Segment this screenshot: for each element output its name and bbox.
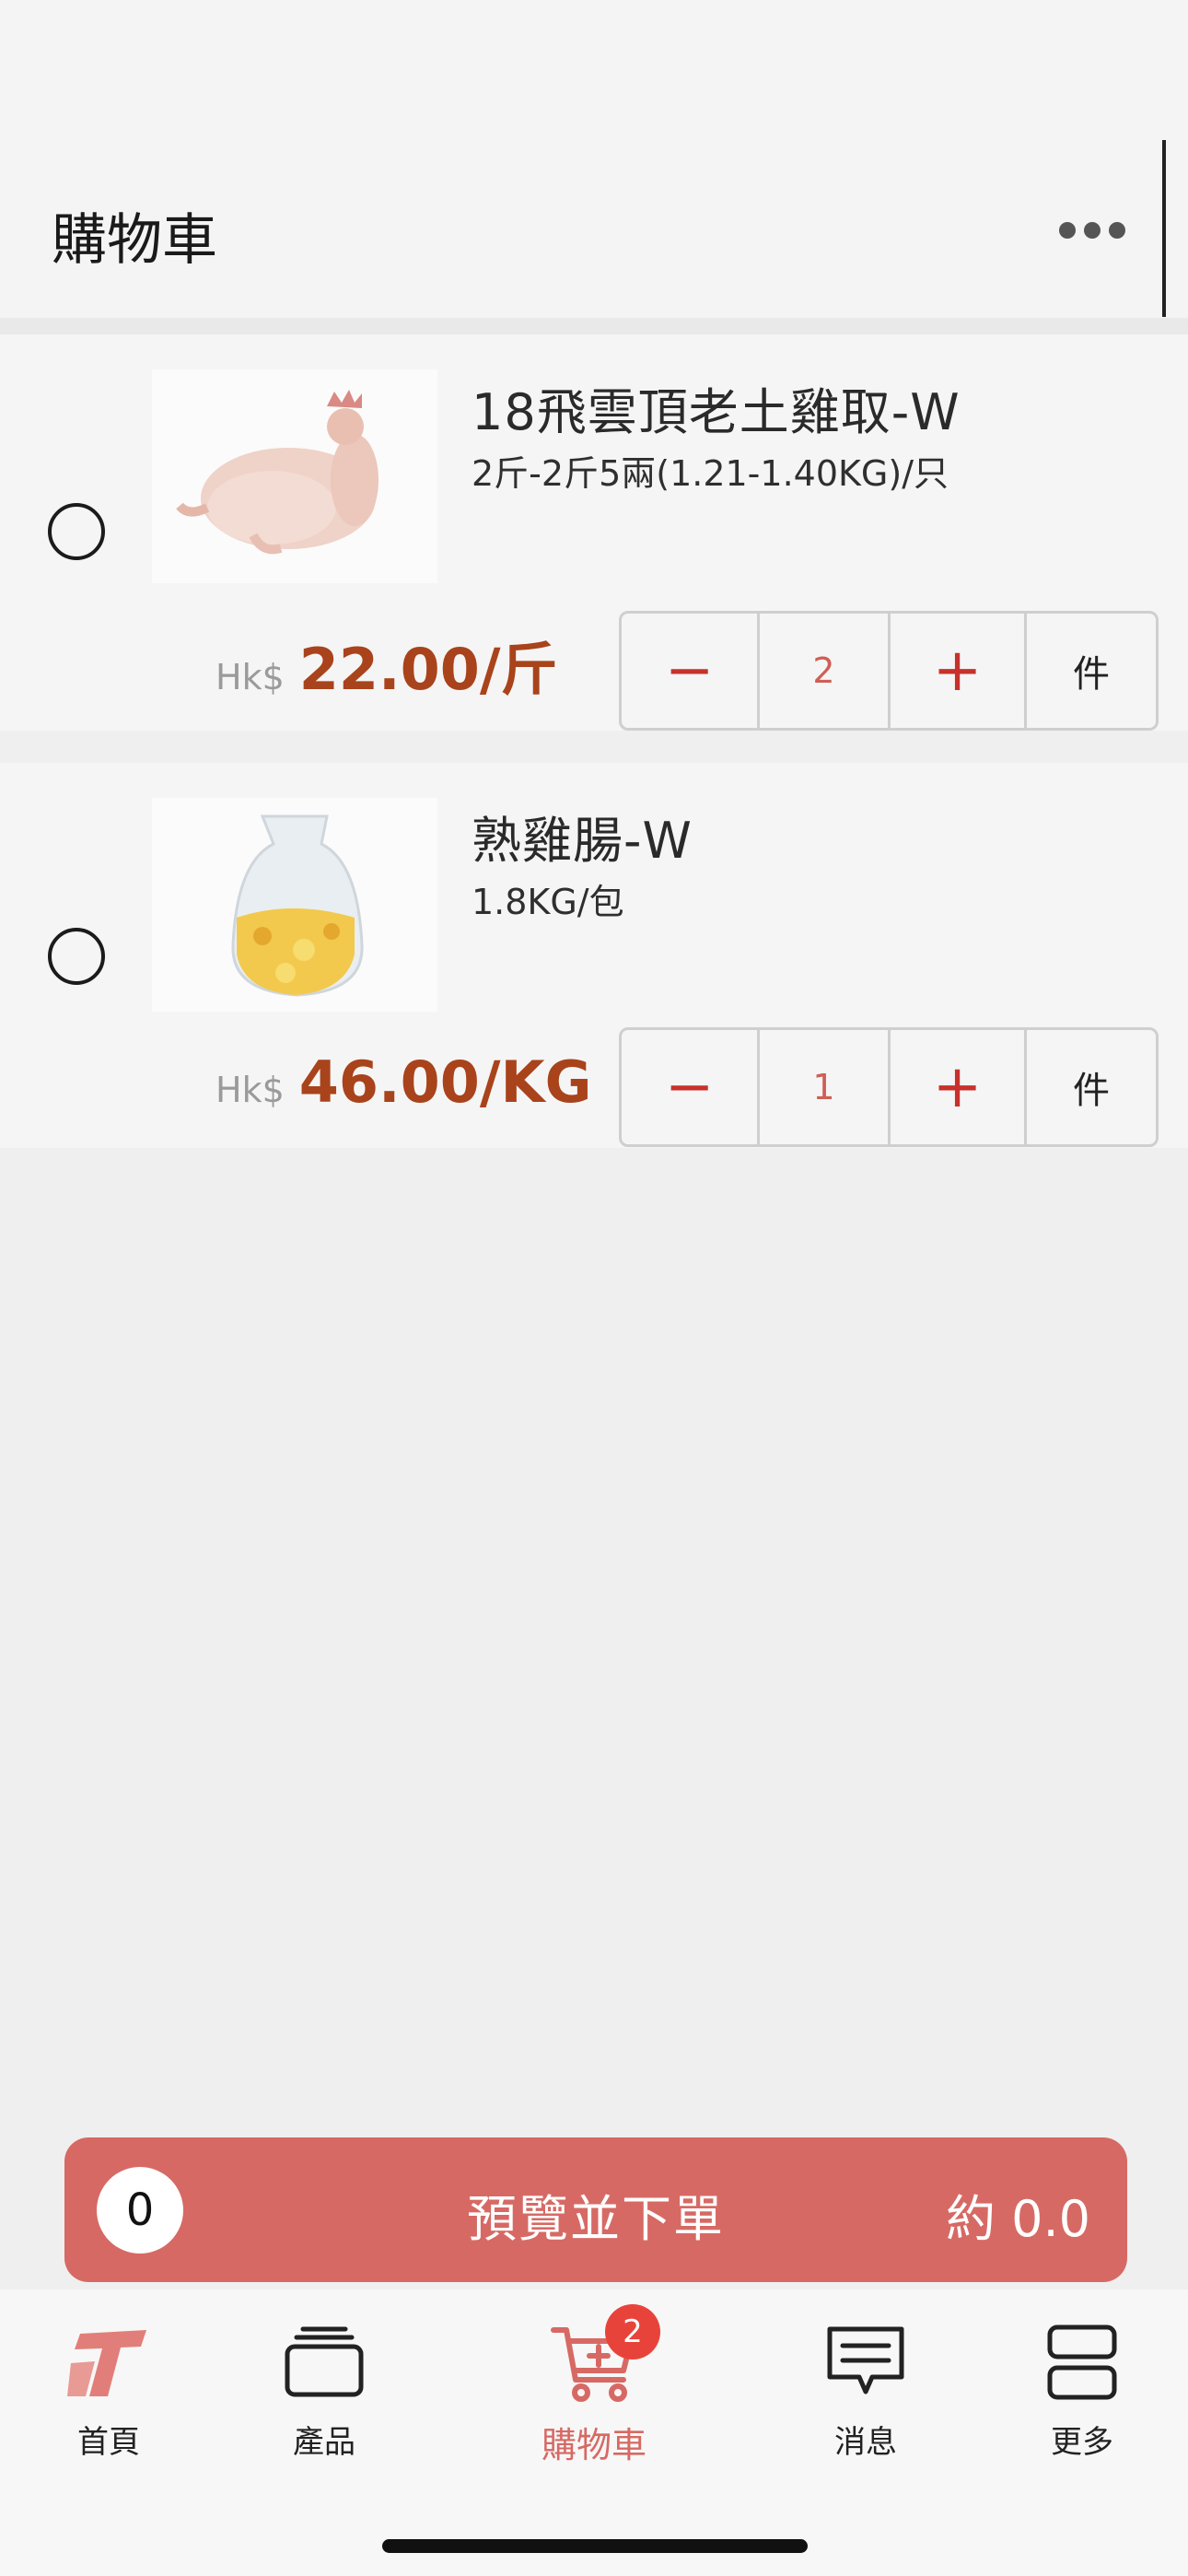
decrease-button[interactable]: − [622,1030,760,1144]
estimated-total: 約 0.0 [945,2190,1090,2248]
cart-count-badge: 2 [605,2304,660,2359]
product-name[interactable]: 18飛雲頂老土雞取-W [472,371,961,444]
home-indicator [382,2539,808,2553]
tab-products[interactable]: 產品 [241,2317,407,2462]
tab-label: 更多 [1051,2424,1113,2461]
header-divider [1162,140,1166,317]
tab-label: 產品 [293,2424,355,2461]
product-price: Hk$ 22.00/斤 [215,623,558,706]
unit-selector[interactable]: 件 [1027,1030,1156,1144]
unit-selector[interactable]: 件 [1027,614,1156,728]
quantity-value[interactable]: 1 [760,1030,891,1144]
home-logo-icon [63,2317,155,2409]
tab-more[interactable]: 更多 [999,2317,1165,2462]
cart-icon: 2 [548,2304,660,2409]
more-options-icon[interactable] [1059,212,1142,249]
tab-cart[interactable]: 2 購物車 [511,2304,677,2467]
tab-label: 首頁 [77,2424,140,2461]
decrease-button[interactable]: − [622,614,760,728]
bottom-tab-bar: 首頁 產品 2 購物車 消息 更多 [0,2289,1188,2576]
dot [1109,222,1125,239]
quantity-stepper: − 1 + 件 [619,1027,1159,1147]
whole-chicken-image[interactable] [152,369,437,583]
more-grid-icon [1036,2317,1128,2409]
tab-messages[interactable]: 消息 [783,2317,949,2462]
shopping-cart-page: 購物車 18飛雲頂老土雞取-W 2斤-2斤5兩(1.21-1.40KG)/只 H… [0,0,1188,2576]
product-spec: 1.8KG/包 [472,882,624,922]
increase-button[interactable]: + [891,614,1027,728]
products-icon [278,2317,370,2409]
page-title: 購物車 [52,208,217,273]
dot [1059,222,1076,239]
select-item-radio[interactable] [48,503,105,560]
cart-item: 18飛雲頂老土雞取-W 2斤-2斤5兩(1.21-1.40KG)/只 Hk$ 2… [0,334,1188,731]
header: 購物車 [0,0,1188,318]
checkout-button[interactable]: 0 預覽並下單 約 0.0 [64,2137,1127,2282]
divider [0,318,1188,334]
dot [1084,222,1101,239]
cart-item: 熟雞腸-W 1.8KG/包 Hk$ 46.00/KG − 1 + 件 [0,763,1188,1148]
chicken-intestine-bag-image[interactable] [152,798,437,1012]
select-item-radio[interactable] [48,928,105,985]
price-amount: 46.00/KG [298,1048,592,1116]
currency-label: Hk$ [215,657,285,697]
increase-button[interactable]: + [891,1030,1027,1144]
price-amount: 22.00/斤 [298,636,558,703]
product-spec: 2斤-2斤5兩(1.21-1.40KG)/只 [472,453,949,494]
message-icon [820,2317,912,2409]
tab-label: 購物車 [541,2425,646,2465]
product-price: Hk$ 46.00/KG [215,1048,591,1116]
tab-home[interactable]: 首頁 [26,2317,192,2462]
tab-label: 消息 [834,2424,897,2461]
product-name[interactable]: 熟雞腸-W [472,800,693,872]
quantity-value[interactable]: 2 [760,614,891,728]
currency-label: Hk$ [215,1070,285,1110]
quantity-stepper: − 2 + 件 [619,611,1159,731]
